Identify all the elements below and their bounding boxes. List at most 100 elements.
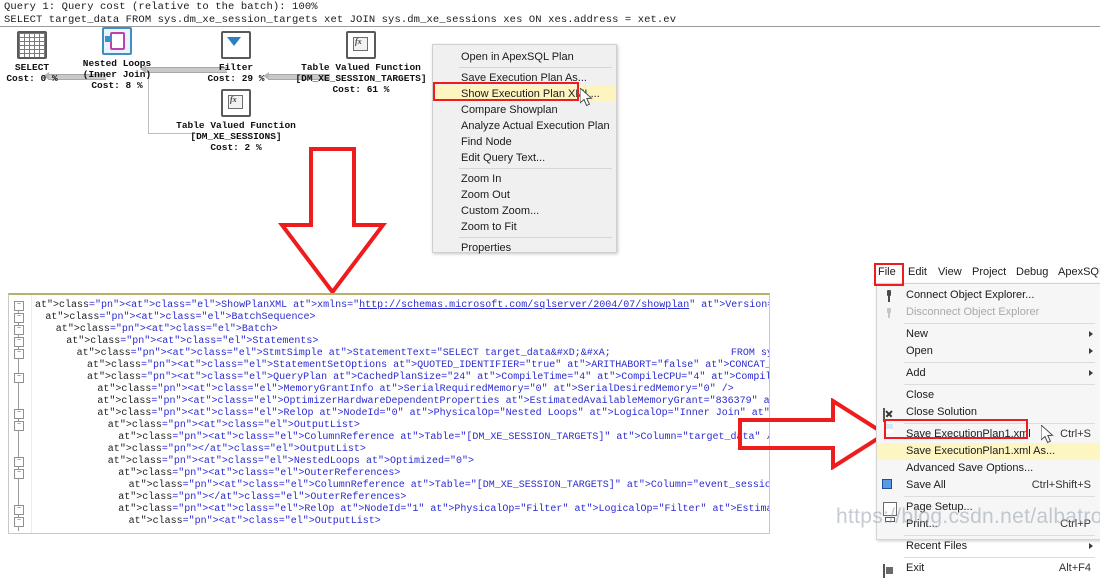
plan-node-select[interactable]: SELECT Cost: 0 % [2,31,62,84]
file-menu-item-label: Save All [906,477,946,494]
highlight-box-file-menu [874,263,904,286]
nested-loops-icon [102,27,132,55]
query-sql-line: SELECT target_data FROM sys.dm_xe_sessio… [4,14,1100,27]
menubar-item-debug[interactable]: Debug [1016,265,1048,280]
xml-line[interactable]: at">class="pn"><at">class="el">StmtSimpl… [35,348,770,360]
ssms-window[interactable]: FileEditViewProjectDebugApexSQLX Connect… [872,262,1100,538]
xml-line[interactable]: at">class="pn"><at">class="el">ColumnRef… [35,480,770,492]
xml-line[interactable]: at">class="pn"><at">class="el">OutputLis… [35,420,360,432]
file-menu-item-advanced-save-options[interactable]: Advanced Save Options... [877,460,1100,477]
xml-line[interactable]: at">class="pn"><at">class="el">MemoryGra… [35,384,734,396]
xml-fold-toggle-icon[interactable]: − [14,457,24,467]
xml-line[interactable]: at">class="pn"><at">class="el">OuterRefe… [35,468,400,480]
file-menu-item-open[interactable]: Open [877,343,1100,360]
context-menu-item-find-node[interactable]: Find Node [433,134,616,150]
menubar-item-project[interactable]: Project [972,265,1006,280]
plan-node-filter-line2: Cost: 29 % [205,73,267,84]
plan-node-loops-line3: Cost: 8 % [72,80,162,91]
xml-line[interactable]: at">class="pn"></at">class="el">OuterRef… [35,492,406,504]
context-menu-item-edit-query-text[interactable]: Edit Query Text... [433,150,616,166]
file-menu-item-shortcut: Ctrl+Shift+S [1032,477,1091,494]
xml-fold-toggle-icon[interactable]: − [14,469,24,479]
xml-line[interactable]: at">class="pn"><at">class="el">ShowPlanX… [35,300,770,312]
highlight-box-save-as [884,419,1028,439]
file-menu-item-exit[interactable]: ExitAlt+F4 [877,560,1100,577]
xml-line[interactable]: at">class="pn"><at">class="el">RelOp at"… [35,408,770,420]
exit-icon [883,564,885,578]
context-menu-item-properties[interactable]: Properties [433,240,616,256]
xml-line[interactable]: at">class="pn"><at">class="el">QueryPlan… [35,372,770,384]
plan-node-nested-loops[interactable]: Nested Loops (Inner Join) Cost: 8 % [72,27,162,91]
file-menu-item-save-executionplan1-xml-as[interactable]: Save ExecutionPlan1.xml As... [877,443,1100,460]
file-menu-item-label: Save ExecutionPlan1.xml As... [906,443,1055,460]
file-menu-item-label: Open [906,343,933,360]
context-menu-item-label: Edit Query Text... [461,152,545,164]
file-menu-item-new[interactable]: New [877,326,1100,343]
chevron-right-icon [1089,370,1093,376]
select-icon [17,31,47,59]
plan-context-menu[interactable]: Open in ApexSQL PlanSave Execution Plan … [432,44,617,253]
xml-fold-toggle-icon[interactable]: − [14,325,24,335]
chevron-right-icon [1089,348,1093,354]
table-valued-function-icon [346,31,376,59]
xml-fold-toggle-icon[interactable]: − [14,337,24,347]
xml-line[interactable]: at">class="pn"><at">class="el">RelOp at"… [35,504,770,516]
file-menu-item-label: Disconnect Object Explorer [906,304,1039,321]
file-menu-separator [904,557,1095,558]
file-menu-item-disconnect-object-explorer: Disconnect Object Explorer [877,304,1100,321]
execution-plan-xml-editor[interactable]: − at">class="pn"><at">class="el">ShowPlan… [8,293,770,534]
file-menu-item-label: Close [906,387,934,404]
plan-node-loops-line1: Nested Loops [72,58,162,69]
xml-line[interactable]: at">class="pn"><at">class="el">Statement… [35,336,318,348]
xml-fold-toggle-icon[interactable]: − [14,301,24,311]
context-menu-item-label: Zoom In [461,173,501,185]
xml-line[interactable]: at">class="pn"><at">class="el">Optimizer… [35,396,770,408]
context-menu-item-analyze-actual-execution-plan[interactable]: Analyze Actual Execution Plan [433,118,616,134]
file-menu-item-shortcut: Ctrl+S [1060,426,1091,443]
xml-fold-toggle-icon[interactable]: − [14,313,24,323]
context-menu-item-zoom-in[interactable]: Zoom In [433,171,616,187]
file-menu-item-recent-files[interactable]: Recent Files [877,538,1100,555]
context-menu-item-open-in-apexsql-plan[interactable]: Open in ApexSQL Plan [433,49,616,65]
xml-fold-toggle-icon[interactable]: − [14,409,24,419]
xml-fold-toggle-icon[interactable]: − [14,421,24,431]
xml-line[interactable]: at">class="pn"></at">class="el">OutputLi… [35,444,366,456]
xml-line[interactable]: at">class="pn"><at">class="el">Batch> [35,324,278,336]
context-menu-item-zoom-out[interactable]: Zoom Out [433,187,616,203]
xml-fold-toggle-icon[interactable]: − [14,505,24,515]
menubar-item-edit[interactable]: Edit [908,265,927,280]
context-menu-item-custom-zoom[interactable]: Custom Zoom... [433,203,616,219]
context-menu-item-label: Open in ApexSQL Plan [461,51,574,63]
xml-line[interactable]: at">class="pn"><at">class="el">BatchSequ… [35,312,316,324]
context-menu-separator [459,67,612,68]
red-down-arrow [275,147,390,298]
file-menu-separator [904,384,1095,385]
file-menu-item-shortcut: Alt+F4 [1059,560,1091,577]
menu-bar[interactable]: FileEditViewProjectDebugApexSQLX [872,262,1100,284]
context-menu-item-zoom-to-fit[interactable]: Zoom to Fit [433,219,616,235]
plan-node-tvf-sessions[interactable]: Table Valued Function [DM_XE_SESSIONS] C… [176,89,296,153]
menubar-item-view[interactable]: View [938,265,962,280]
file-menu-item-connect-object-explorer[interactable]: Connect Object Explorer... [877,287,1100,304]
file-menu-item-save-all[interactable]: Save All Ctrl+Shift+S [877,477,1100,494]
file-menu-item-close[interactable]: Close [877,387,1100,404]
xml-line[interactable]: at">class="pn"><at">class="el">NestedLoo… [35,456,474,468]
table-valued-function-icon [221,89,251,117]
context-menu-item-label: Zoom Out [461,189,510,201]
xml-line[interactable]: at">class="pn"><at">class="el">Statement… [35,360,770,372]
context-menu-separator [459,168,612,169]
plan-node-filter[interactable]: Filter Cost: 29 % [205,31,267,84]
plan-node-tvf-targets[interactable]: Table Valued Function [DM_XE_SESSION_TAR… [292,31,430,95]
xml-fold-toggle-icon[interactable]: − [14,373,24,383]
file-menu-dropdown[interactable]: Connect Object Explorer...Disconnect Obj… [876,283,1100,540]
highlight-box-show-execution-plan-xml [433,82,579,101]
context-menu-list[interactable]: Open in ApexSQL PlanSave Execution Plan … [433,49,616,256]
xml-line[interactable]: at">class="pn"><at">class="el">OutputLis… [35,516,381,528]
xml-fold-toggle-icon[interactable]: − [14,517,24,527]
file-menu-item-add[interactable]: Add [877,365,1100,382]
xml-fold-toggle-icon[interactable]: − [14,349,24,359]
watermark: https://blog.csdn.net/albatross76 [836,505,1100,531]
xml-line[interactable]: at">class="pn"><at">class="el">ColumnRef… [35,432,770,444]
menubar-item-apexsql[interactable]: ApexSQL [1058,265,1100,280]
context-menu-item-label: Analyze Actual Execution Plan [461,120,610,132]
